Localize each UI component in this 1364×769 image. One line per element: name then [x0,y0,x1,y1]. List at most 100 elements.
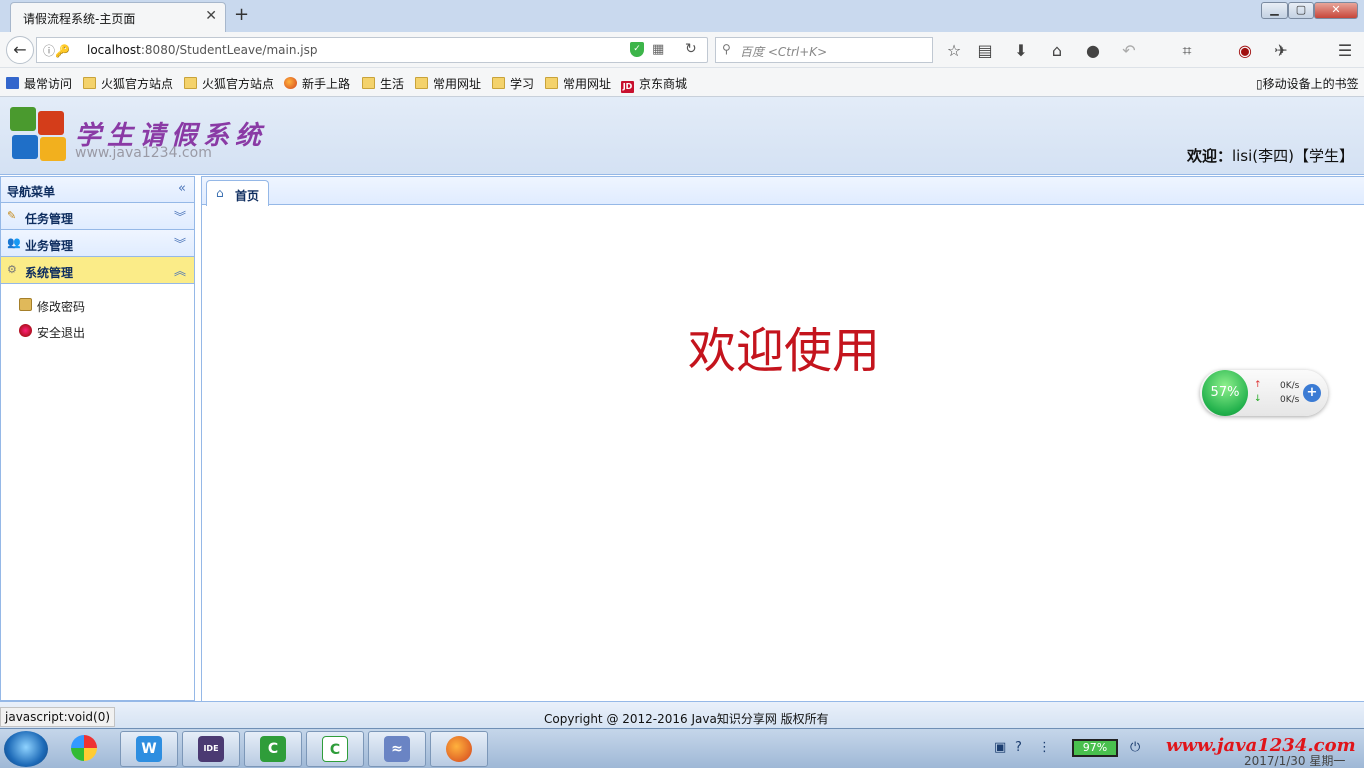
logo-green-square [10,107,36,131]
folder-icon [492,77,505,89]
jd-icon: JD [621,81,634,93]
app-footer: Copyright @ 2012-2016 Java知识分享网 版权所有 [0,701,1364,728]
address-bar[interactable]: ⓘ🔑 localhost:8080/StudentLeave/main.jsp … [36,37,708,63]
download-icon[interactable]: ⬇ [1010,41,1032,60]
sidebar-section-system[interactable]: ⚙ 系统管理 ︽ [1,257,194,284]
logo-blue-square [12,135,38,159]
bookmark-item[interactable]: 新手上路 [284,75,350,92]
password-icon [19,298,32,311]
taskbar-app-wps[interactable]: W [120,731,178,767]
clock-date[interactable]: 2017/1/30 星期一 [1244,752,1345,769]
browser-tab-bar: 请假流程系统-主页面 ✕ + ▁ ▢ ✕ [0,0,1364,32]
bookmark-item[interactable]: 火狐官方站点 [83,75,173,92]
expand-icon: ︾ [173,210,186,224]
mobile-device-icon: ▯ [1256,77,1263,91]
close-window-button[interactable]: ✕ [1314,2,1358,19]
app-logo [10,107,70,161]
content-tabs: ⌂ 首页 [202,177,1364,206]
folder-icon [545,77,558,89]
memory-usage-gauge[interactable]: 57% [1202,370,1248,416]
taskbar-app-firefox[interactable] [430,731,488,767]
sidebar-header: 导航菜单 « [1,177,194,203]
browser-nav-bar: ← ⓘ🔑 localhost:8080/StudentLeave/main.js… [0,32,1364,68]
taskbar-app-mysql[interactable]: ≈ [368,731,426,767]
screenshot-crop-icon[interactable]: ⌗ [1176,41,1198,61]
camtasia-recorder-icon: C [322,736,348,762]
mobile-bookmarks[interactable]: ▯移动设备上的书签 [1256,75,1359,92]
minimize-window-button[interactable]: ▁ [1261,2,1288,19]
sidebar-section-business[interactable]: 👥 业务管理 ︾ [1,230,194,257]
battery-level: 97% [1074,741,1116,755]
url-text[interactable]: localhost:8080/StudentLeave/main.jsp [87,43,317,57]
site-info-icon[interactable]: ⓘ🔑 [43,42,70,59]
start-button[interactable] [4,731,48,767]
bookmark-item[interactable]: JD 京东商城 [621,75,687,93]
app-colorful-icon [71,735,97,761]
bookmark-most-visited[interactable]: 最常访问 [6,75,72,92]
edit-icon: ✎ [7,209,17,222]
reading-list-icon[interactable]: ▤ [974,41,996,60]
app-header: 学生请假系统 www.java1234.com 欢迎：lisi(李四)【学生】 [0,97,1364,175]
search-placeholder: 百度 <Ctrl+K> [740,45,828,59]
reload-icon[interactable]: ↻ [685,41,697,57]
home-icon[interactable]: ⌂ [1046,41,1068,60]
security-shield-icon[interactable]: ✓ [630,42,644,57]
ublock-icon[interactable]: ◉ [1234,41,1256,60]
chat-icon[interactable]: ● [1082,41,1104,60]
browser-tab-title: 请假流程系统-主页面 [23,12,136,26]
back-arrow-icon: ← [13,40,27,59]
menu-item-change-password[interactable]: 修改密码 [1,292,194,318]
exit-icon [19,324,32,337]
logo-yellow-square [40,137,66,161]
tray-help-icon[interactable]: ? [1015,740,1022,755]
tab-home[interactable]: ⌂ 首页 [206,180,269,206]
system-tray: ▣ ? ⋮ 97% ⏻ www.java1234.com 2017/1/30 星… [988,729,1364,769]
close-tab-icon[interactable]: ✕ [205,8,217,24]
sidebar-section-task[interactable]: ✎ 任务管理 ︾ [1,203,194,230]
bookmark-item[interactable]: 学习 [492,75,534,92]
dolphin-icon: ≈ [384,736,410,762]
collapse-sidebar-icon[interactable]: « [178,181,186,196]
welcome-user: 欢迎：lisi(李四)【学生】 [1186,147,1354,165]
bookmark-item[interactable]: 火狐官方站点 [184,75,274,92]
qr-code-icon[interactable]: ▦ [652,42,664,57]
folder-icon [184,77,197,89]
menu-hamburger-icon[interactable]: ☰ [1334,41,1356,60]
folder-icon [362,77,375,89]
sidebar-title: 导航菜单 [7,185,56,199]
taskbar-app-colorful[interactable] [56,731,114,767]
network-speed-widget[interactable]: 57% ↑ ↓ 0K/s 0K/s + [1200,370,1328,416]
bookmark-item[interactable]: 常用网址 [415,75,481,92]
nav-sidebar: 导航菜单 « ✎ 任务管理 ︾ 👥 业务管理 ︾ ⚙ 系统管理 ︽ 修改密码 安… [0,176,195,701]
browser-status-text: javascript:void(0) [0,707,116,727]
taskbar-app-jee-ide[interactable]: IDE [182,731,240,767]
home-icon: ⌂ [216,186,224,200]
folder-icon [415,77,428,89]
menu-item-logout[interactable]: 安全退出 [1,318,194,344]
site-url: www.java1234.com [75,145,212,161]
tray-window-icon[interactable]: ▣ [994,740,1006,755]
undo-icon[interactable]: ↶ [1118,41,1140,60]
back-button[interactable]: ← [6,36,34,64]
power-plug-icon[interactable]: ⏻ [1130,740,1140,755]
tray-overflow-icon[interactable]: ⋮ [1038,740,1051,755]
new-tab-button[interactable]: + [234,4,249,25]
logo-red-square [38,111,64,135]
download-arrow-icon: ↓ [1254,394,1262,404]
extension-icon[interactable]: ✈ [1270,41,1292,60]
settings-icon: ⚙ [7,263,17,276]
bookmark-item[interactable]: 常用网址 [545,75,611,92]
bookmark-item[interactable]: 生活 [362,75,404,92]
users-icon: 👥 [7,236,21,249]
folder-icon [83,77,96,89]
taskbar-app-camtasia[interactable]: C [244,731,302,767]
upload-speed: 0K/s [1280,381,1300,391]
battery-indicator[interactable]: 97% [1072,739,1118,757]
taskbar-app-camtasia-2[interactable]: C [306,731,364,767]
download-speed: 0K/s [1280,395,1300,405]
browser-tab[interactable]: 请假流程系统-主页面 ✕ [10,2,226,32]
bookmark-star-icon[interactable]: ☆ [943,41,965,60]
search-input[interactable]: ⚲ 百度 <Ctrl+K> [715,37,933,63]
accelerate-plus-icon[interactable]: + [1303,384,1321,402]
maximize-window-button[interactable]: ▢ [1288,2,1314,19]
